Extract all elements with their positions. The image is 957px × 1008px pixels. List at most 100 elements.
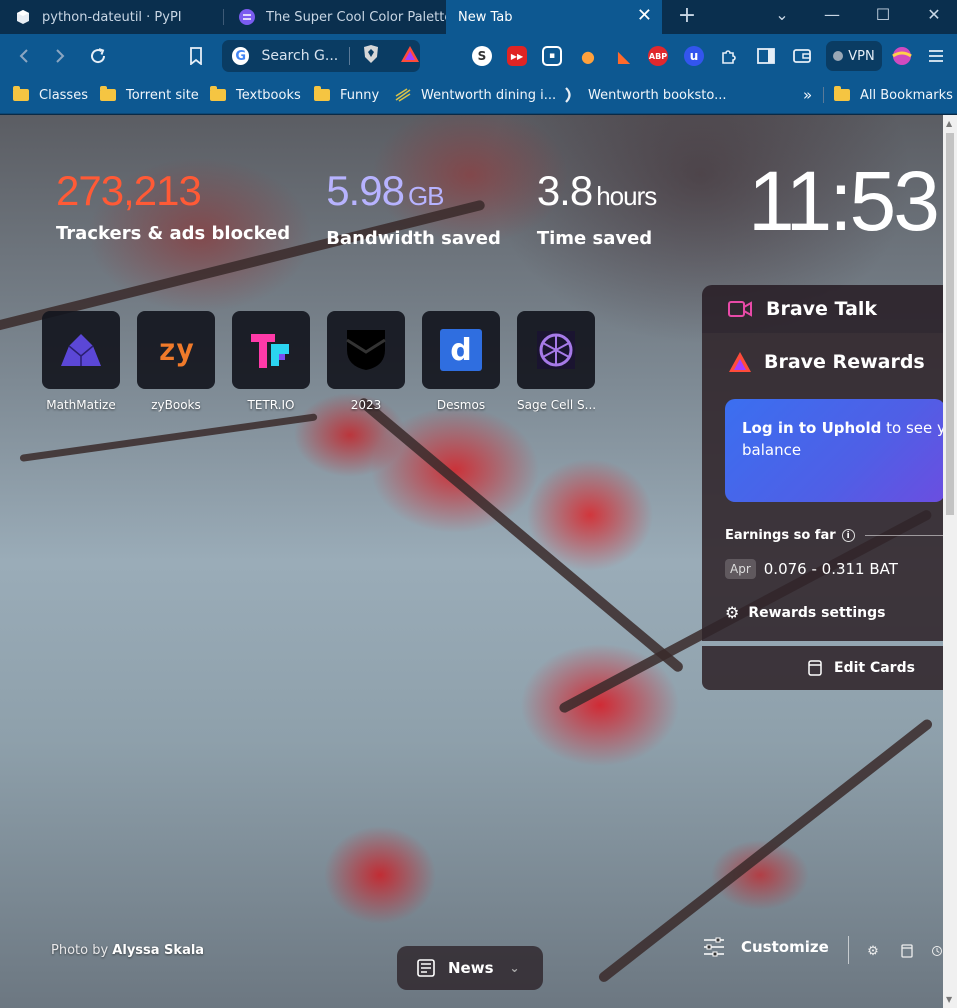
palette-site-icon	[238, 8, 256, 26]
bookmark-label: Wentworth booksto...	[588, 87, 727, 103]
s-extension-icon[interactable]: S	[472, 46, 492, 66]
rewards-title: Brave Rewards	[764, 351, 925, 373]
uphold-login-link[interactable]: Log in to Uphold	[742, 419, 881, 437]
background-branch	[356, 396, 685, 674]
desmos-icon: d	[422, 311, 500, 389]
bookmarks-overflow-chevron-icon[interactable]: »	[803, 78, 812, 112]
all-bookmarks-button[interactable]: All Bookmarks	[834, 78, 953, 112]
vpn-label: VPN	[848, 48, 875, 64]
photo-author[interactable]: Alyssa Skala	[112, 943, 204, 958]
scroll-down-arrow-icon[interactable]: ▼	[946, 995, 952, 1004]
top-site-desmos[interactable]: d Desmos	[422, 311, 517, 412]
menu-hamburger-icon[interactable]	[926, 46, 946, 66]
photo-credit: Photo by Alyssa Skala	[51, 943, 204, 958]
bookmark-label: Funny	[340, 87, 380, 103]
customize-button[interactable]: Customize	[703, 937, 829, 957]
vpn-status-dot	[833, 51, 844, 61]
trackers-blocked-stat: 273,213 Trackers & ads blocked	[56, 165, 290, 249]
sidebar-toggle-icon[interactable]	[756, 46, 776, 66]
time-saved-stat: 3.8 hours Time saved	[536, 165, 657, 249]
tab-search-chevron-icon[interactable]: ⌄	[772, 5, 792, 24]
bandwidth-label: Bandwidth saved	[326, 228, 501, 249]
brave-shields-icon[interactable]	[362, 44, 380, 68]
top-sites: MathMatize zy zyBooks TETR.IO 2023 d Des…	[42, 311, 612, 412]
folder-icon	[13, 86, 29, 101]
info-icon[interactable]: i	[841, 529, 855, 542]
search-input[interactable]: Search G...	[261, 48, 341, 64]
extensions-puzzle-icon[interactable]	[719, 46, 739, 66]
wentworth-dining-icon	[395, 88, 411, 102]
forward-arrow-icon[interactable]	[48, 34, 72, 78]
time-label: Time saved	[536, 228, 653, 249]
bookmark-wentworth-dining[interactable]: Wentworth dining i...	[395, 78, 556, 112]
folder-icon	[100, 86, 116, 101]
earnings-value: 0.076 - 0.311 BAT	[763, 560, 898, 578]
picture-in-picture-icon[interactable]: ▪	[542, 46, 562, 66]
page-scrollbar[interactable]: ▲ ▼	[943, 115, 957, 1008]
bookmark-folder-textbooks[interactable]: Textbooks	[210, 78, 301, 112]
top-site-tetrio[interactable]: TETR.IO	[232, 311, 327, 412]
bookmark-label: All Bookmarks	[860, 87, 953, 103]
rewards-settings-label: Rewards settings	[748, 604, 886, 621]
youtube-extension-icon[interactable]: ▶▶	[507, 46, 527, 66]
orange-extension-icon[interactable]: ●	[578, 46, 598, 66]
reload-icon[interactable]	[86, 34, 110, 78]
top-site-2023[interactable]: 2023	[327, 311, 422, 412]
scroll-up-arrow-icon[interactable]: ▲	[946, 119, 952, 128]
scrollbar-thumb[interactable]	[946, 133, 954, 515]
uphold-text: to see your	[886, 419, 943, 437]
newspaper-icon	[416, 958, 436, 978]
uphold-login-banner[interactable]: Log in to Uphold to see your balance	[725, 399, 943, 502]
folder-icon	[314, 86, 330, 101]
brave-stats: 273,213 Trackers & ads blocked 5.98 GB Ba…	[56, 165, 692, 249]
back-arrow-icon[interactable]	[12, 34, 36, 78]
folder-icon	[834, 86, 850, 101]
bookmark-folder-classes[interactable]: Classes	[13, 78, 88, 112]
tab-pypi[interactable]: python-dateutil · PyPI	[0, 0, 222, 34]
news-label: News	[448, 959, 494, 977]
footer-divider	[848, 936, 849, 964]
vpn-button[interactable]: VPN	[826, 41, 882, 71]
close-window-icon[interactable]: ✕	[924, 5, 944, 24]
brave-talk-card[interactable]: Brave Talk	[702, 285, 943, 333]
bandwidth-saved-stat: 5.98 GB Bandwidth saved	[326, 165, 501, 249]
rewards-header: Brave Rewards	[728, 351, 925, 373]
maximize-window-icon[interactable]: ☐	[873, 5, 893, 24]
close-tab-icon[interactable]: ✕	[637, 7, 652, 25]
settings-gear-icon[interactable]: ⚙	[865, 943, 881, 959]
rewards-settings-button[interactable]: ⚙ Rewards settings	[725, 603, 885, 622]
zybooks-icon: zy	[137, 311, 215, 389]
bookmark-label: Classes	[39, 87, 88, 103]
bookmark-label: Torrent site	[126, 87, 199, 103]
brave-rewards-triangle-icon[interactable]	[400, 45, 420, 67]
megaphone-extension-icon[interactable]: ◣	[614, 46, 634, 66]
top-site-zybooks[interactable]: zy zyBooks	[137, 311, 232, 412]
tab-new-tab[interactable]: New Tab ✕	[446, 0, 662, 34]
top-site-sage-cell[interactable]: Sage Cell S...	[517, 311, 612, 412]
bookmarks-icon[interactable]	[899, 943, 915, 959]
tab-title: New Tab	[458, 9, 513, 25]
top-site-mathmatize[interactable]: MathMatize	[42, 311, 137, 412]
bookmark-page-icon[interactable]	[184, 34, 208, 78]
earnings-divider	[864, 535, 943, 536]
bookmark-wentworth-bookstore[interactable]: Wentworth booksto...	[564, 78, 727, 112]
news-button[interactable]: News ⌄	[397, 946, 543, 990]
minimize-window-icon[interactable]: —	[822, 5, 842, 24]
wallet-icon[interactable]	[792, 46, 812, 66]
history-icon[interactable]	[931, 943, 943, 959]
bookmark-folder-torrent[interactable]: Torrent site	[100, 78, 199, 112]
top-site-label: 2023	[350, 398, 382, 412]
bookmarks-divider	[823, 87, 824, 103]
profile-avatar[interactable]	[892, 46, 912, 66]
ublock-icon[interactable]: u	[684, 46, 704, 66]
new-tab-plus-icon[interactable]: +	[676, 3, 698, 28]
bookmark-folder-funny[interactable]: Funny	[314, 78, 379, 112]
bandwidth-value: 5.98	[326, 167, 405, 214]
tab-color-palette[interactable]: The Super Cool Color Palette	[224, 0, 446, 34]
shield-crest-icon	[327, 311, 405, 389]
adblock-plus-icon[interactable]: ABP	[648, 46, 668, 66]
edit-cards-button[interactable]: Edit Cards	[702, 646, 943, 690]
gear-icon: ⚙	[725, 603, 740, 622]
uphold-text-line2: balance	[742, 441, 802, 459]
address-bar[interactable]: G Search G...	[222, 40, 420, 72]
